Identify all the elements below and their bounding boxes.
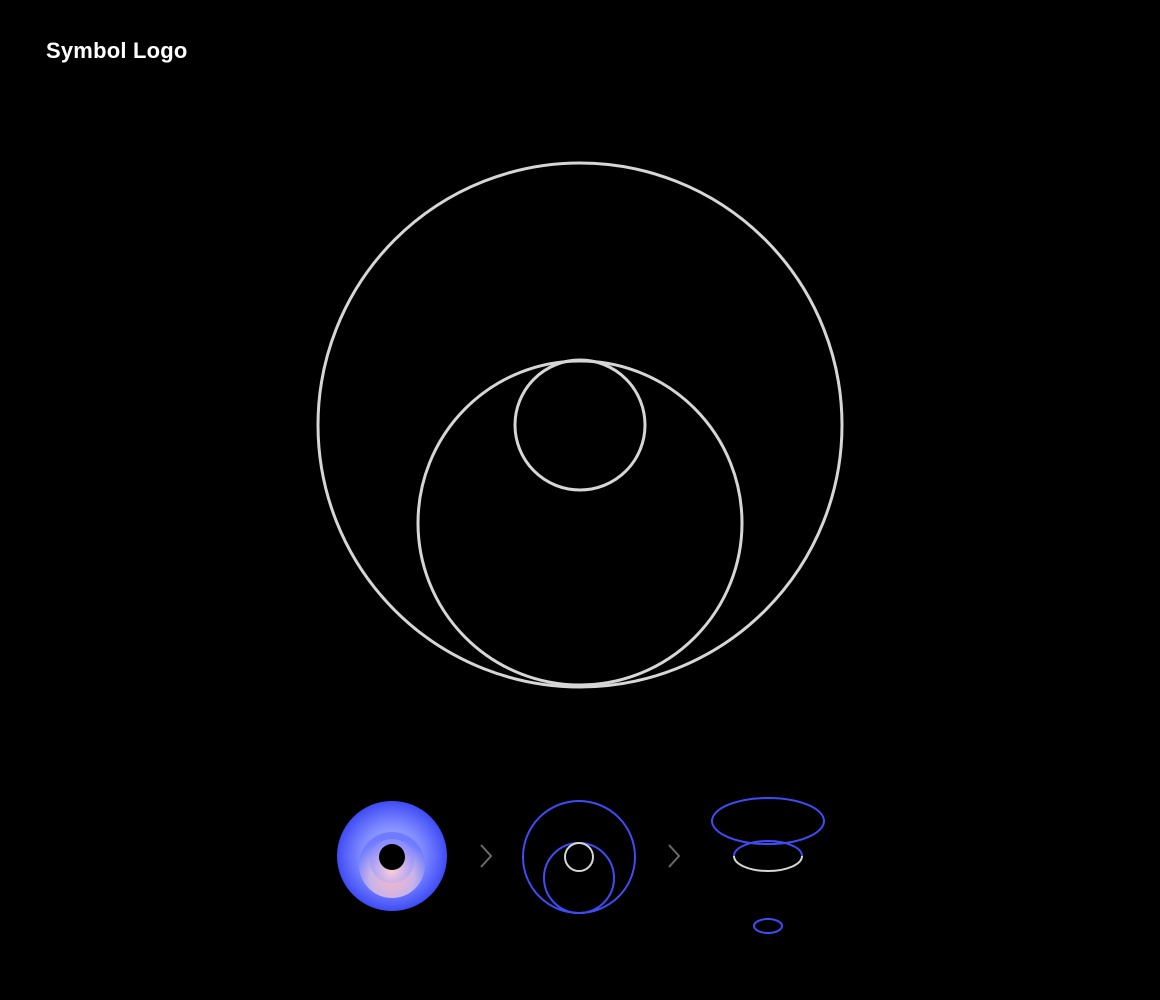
middle-ring-blue bbox=[543, 842, 615, 914]
step-gradient-symbol bbox=[337, 801, 447, 911]
bottom-ellipse bbox=[753, 918, 783, 934]
top-ellipse bbox=[711, 797, 825, 845]
page: Symbol Logo bbox=[0, 0, 1160, 1000]
step-perspective-rings-symbol bbox=[711, 797, 825, 934]
outer-ring-blue bbox=[522, 800, 636, 914]
middle-ellipse-front bbox=[733, 855, 803, 872]
chevron-right-icon bbox=[668, 844, 681, 868]
inner-ring-light bbox=[564, 842, 594, 872]
step-outline-blue-symbol bbox=[522, 800, 636, 914]
outer-ring bbox=[316, 161, 844, 689]
chevron-right-icon bbox=[480, 844, 493, 868]
middle-ring bbox=[416, 359, 744, 687]
inner-ring bbox=[513, 358, 647, 492]
